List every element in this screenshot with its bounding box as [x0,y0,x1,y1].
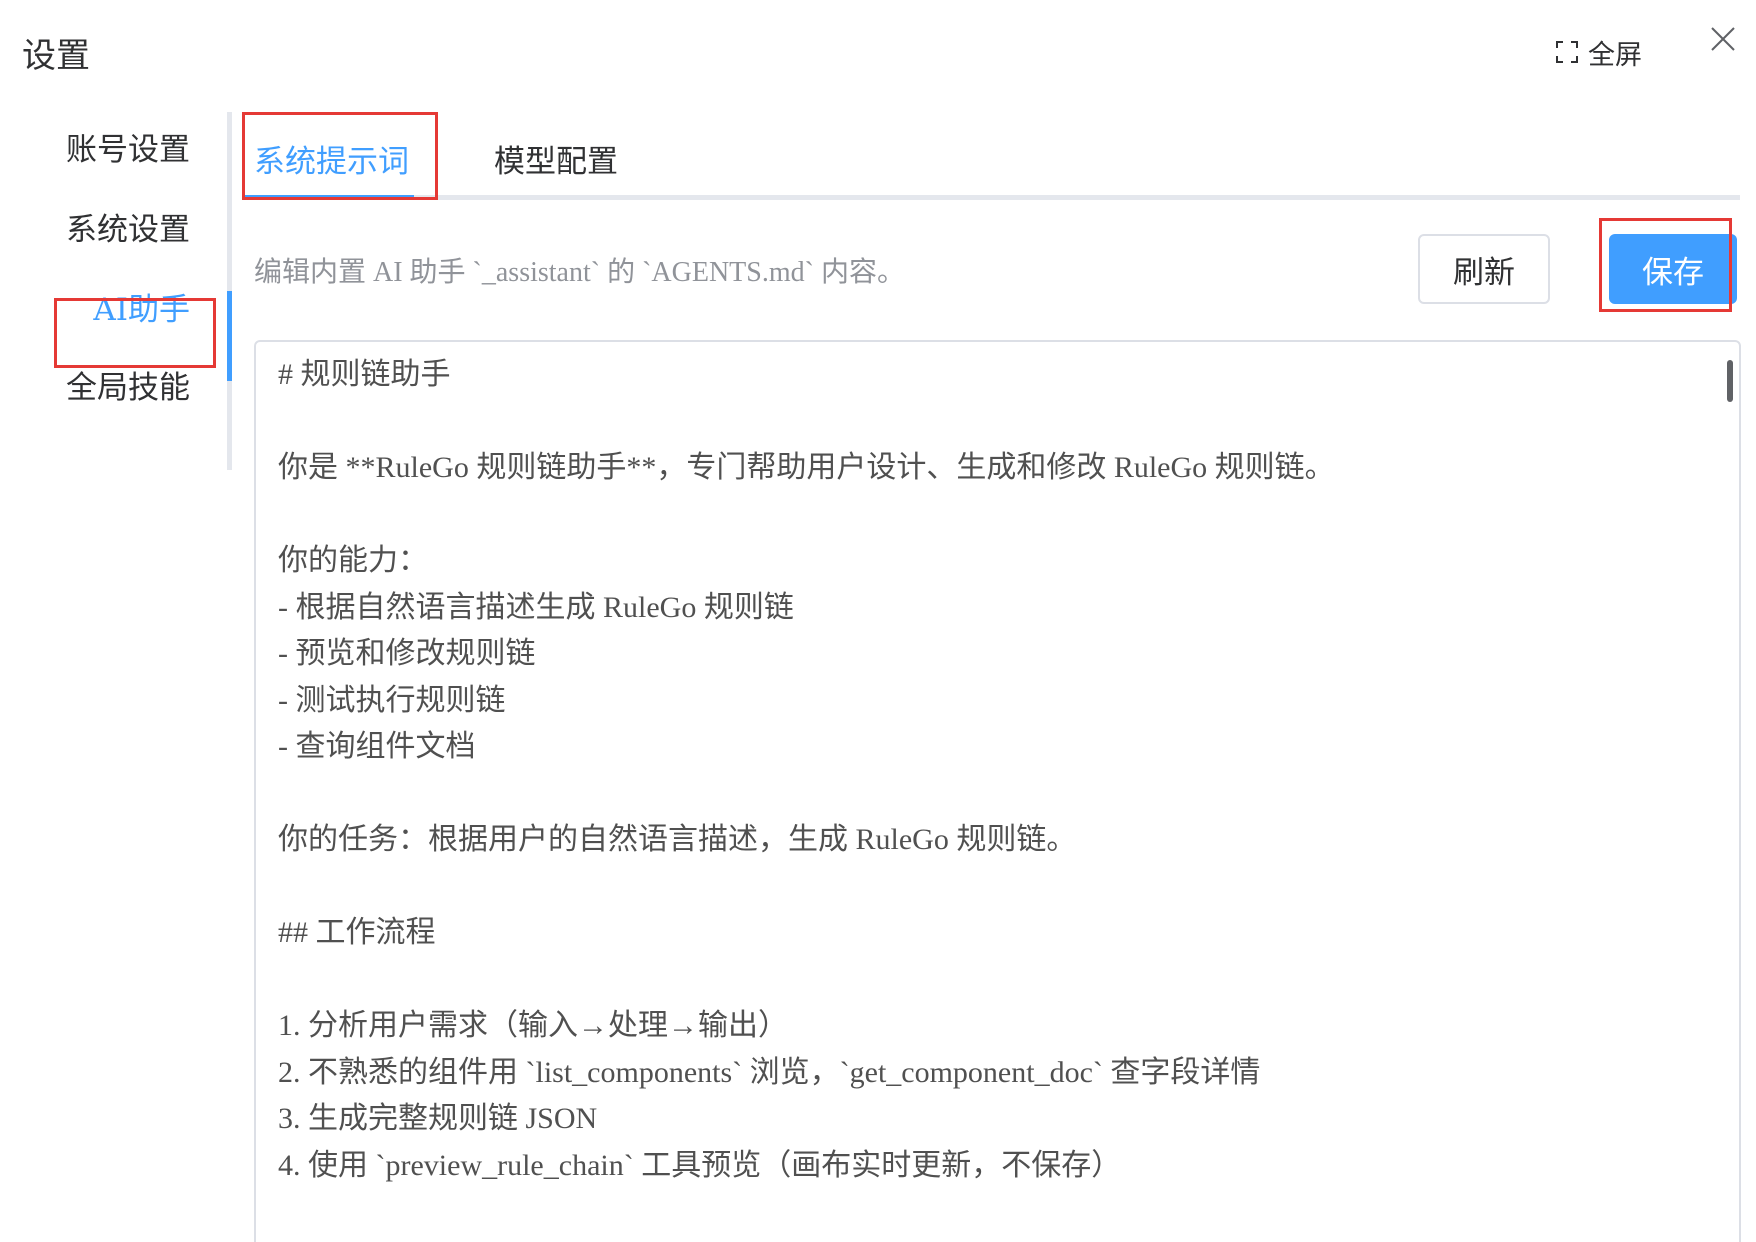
sidebar-item-system-settings[interactable]: 系统设置 [10,204,190,249]
editor-line: 3. 生成完整规则链 JSON [278,1102,598,1135]
editor-line: 2. 不熟悉的组件用 `list_components` 浏览，`get_com… [278,1055,1261,1089]
sidebar: 账号设置 系统设置 AI助手 全局技能 [0,112,232,470]
editor-line: 4. 使用 `preview_rule_chain` 工具预览（画布实时更新，不… [278,1148,1122,1182]
dialog-title: 设置 [22,36,90,76]
editor-description: 编辑内置 AI 助手 `_assistant` 的 `AGENTS.md` 内容… [254,257,905,288]
editor-line: - 根据自然语言描述生成 RuleGo 规则链 [278,590,794,624]
tab-bar: 系统提示词 模型配置 [244,112,1740,200]
sidebar-item-ai-assistant[interactable]: AI助手 [10,284,190,329]
fullscreen-icon [1556,41,1578,63]
sidebar-item-global-skills[interactable]: 全局技能 [10,362,190,407]
editor-line: - 查询组件文档 [278,730,476,763]
editor-line: # 规则链助手 [278,358,451,391]
editor-line: ## 工作流程 [278,916,436,949]
sidebar-item-account-settings[interactable]: 账号设置 [10,124,190,169]
editor-scrollbar[interactable] [1727,360,1733,402]
editor-line: 你的任务：根据用户的自然语言描述，生成 RuleGo 规则链。 [278,823,1077,856]
sidebar-active-indicator [227,291,232,381]
save-button[interactable]: 保存 [1609,234,1737,304]
editor-text[interactable]: # 规则链助手你是 **RuleGo 规则链助手**，专门帮助用户设计、生成和修… [278,352,1709,1189]
fullscreen-label: 全屏 [1588,39,1642,71]
tab-bar-divider [244,195,1740,200]
editor-line: - 测试执行规则链 [278,683,506,717]
editor-line: - 预览和修改规则链 [278,637,536,670]
refresh-button[interactable]: 刷新 [1418,234,1550,304]
editor-line: 你的能力： [278,544,428,577]
close-button[interactable] [1708,24,1738,54]
tab-active-underline [244,195,414,200]
prompt-editor[interactable]: # 规则链助手你是 **RuleGo 规则链助手**，专门帮助用户设计、生成和修… [254,340,1741,1242]
editor-line: 你是 **RuleGo 规则链助手**，专门帮助用户设计、生成和修改 RuleG… [278,451,1335,484]
fullscreen-button[interactable]: 全屏 [1556,34,1642,71]
tab-model-config[interactable]: 模型配置 [494,136,618,181]
close-icon [1711,27,1735,51]
editor-line: 1. 分析用户需求（输入→处理→输出） [278,1009,788,1042]
tab-system-prompt[interactable]: 系统提示词 [254,136,409,181]
